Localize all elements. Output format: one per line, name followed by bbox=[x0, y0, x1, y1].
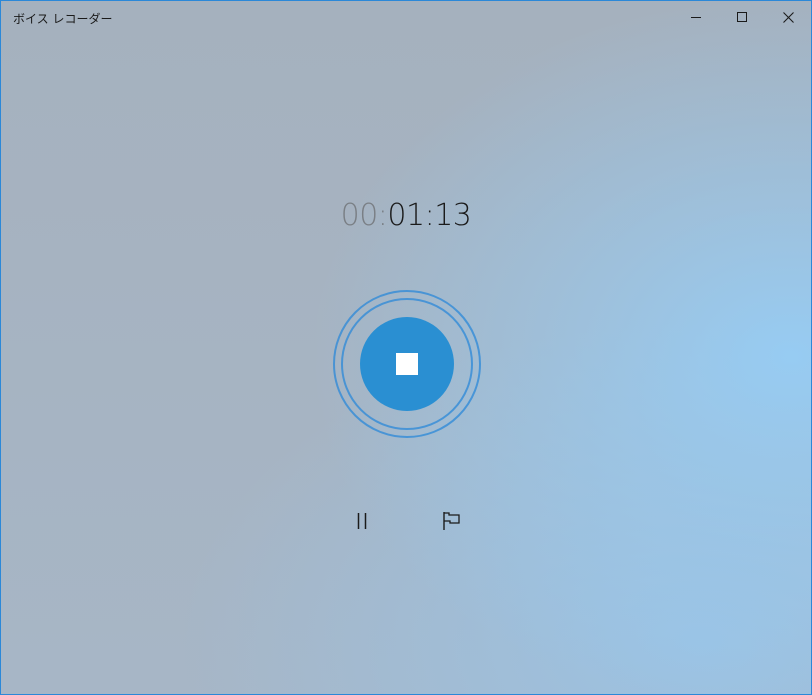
timer-separator: : bbox=[424, 198, 435, 233]
flag-icon bbox=[443, 512, 460, 530]
timer-hours: 00 bbox=[340, 198, 379, 233]
timer-separator: : bbox=[377, 198, 388, 233]
timer-minutes: 01 bbox=[387, 198, 425, 233]
maximize-icon bbox=[737, 12, 747, 22]
close-button[interactable] bbox=[765, 1, 811, 33]
minimize-icon bbox=[691, 16, 701, 18]
maximize-button[interactable] bbox=[719, 1, 765, 33]
title-bar[interactable]: ボイス レコーダー bbox=[1, 1, 811, 33]
pause-icon bbox=[357, 513, 367, 529]
minimize-button[interactable] bbox=[673, 1, 719, 33]
timer-seconds: 13 bbox=[434, 198, 472, 233]
stop-icon bbox=[396, 353, 418, 375]
recording-timer: 00:01:13 bbox=[1, 196, 811, 236]
add-marker-button[interactable] bbox=[432, 501, 472, 541]
app-window: ボイス レコーダー 00:01:13 bbox=[0, 0, 812, 695]
stop-recording-button[interactable] bbox=[360, 317, 454, 411]
close-icon bbox=[782, 11, 794, 23]
pause-button[interactable] bbox=[342, 501, 382, 541]
recording-indicator bbox=[333, 290, 481, 438]
app-title: ボイス レコーダー bbox=[13, 12, 113, 26]
